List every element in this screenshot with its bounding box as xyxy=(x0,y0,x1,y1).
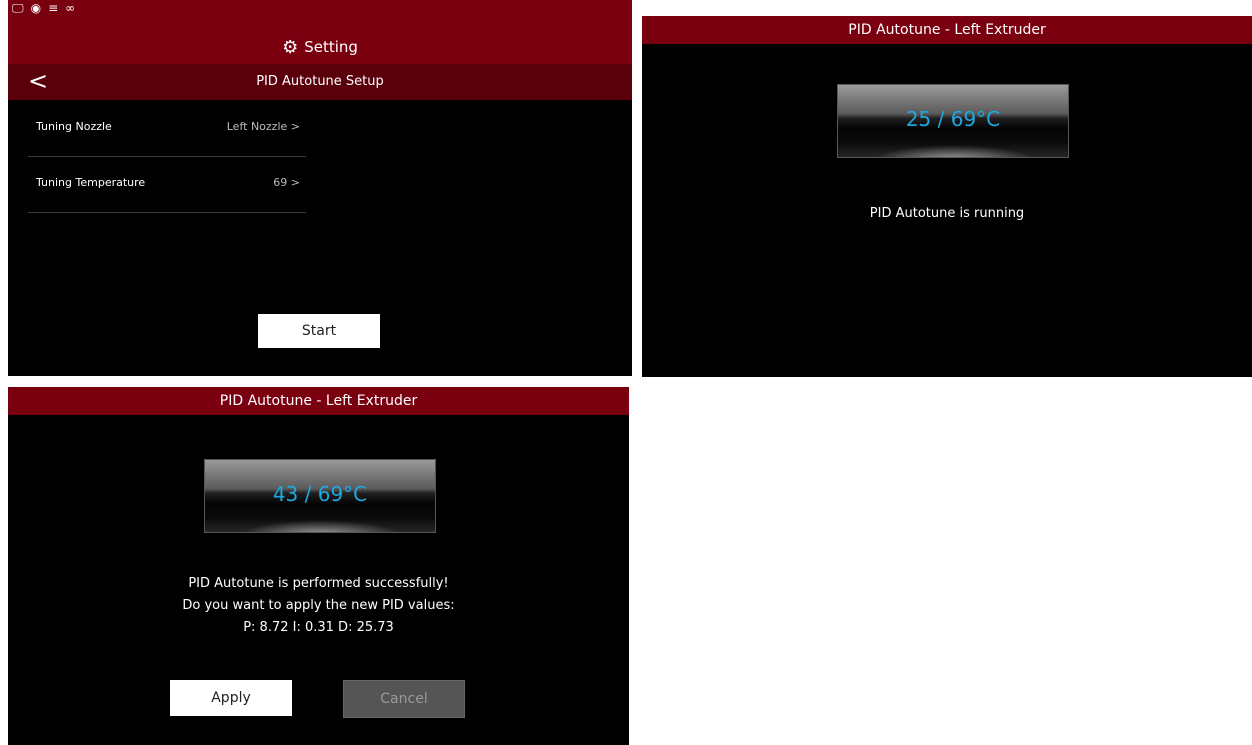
setting-title-label: Setting xyxy=(304,38,358,56)
status-icons: 🖵 ◉ ≡ ∞ xyxy=(12,1,75,16)
link-icon: ∞ xyxy=(65,1,76,15)
apply-button[interactable]: Apply xyxy=(170,680,292,716)
success-line-1: PID Autotune is performed successfully! xyxy=(188,576,449,591)
subheader: < PID Autotune Setup xyxy=(8,64,632,100)
cancel-button[interactable]: Cancel xyxy=(343,680,465,718)
monitor-icon: 🖵 xyxy=(12,1,24,15)
tuning-temperature-row[interactable]: Tuning Temperature 69 > xyxy=(28,156,306,213)
success-line-2: Do you want to apply the new PID values: xyxy=(182,598,455,613)
temperature-readout: 43 / 69°C xyxy=(272,482,368,506)
tuning-temperature-label: Tuning Temperature xyxy=(36,176,146,189)
success-title: PID Autotune - Left Extruder xyxy=(8,387,629,415)
pid-values: P: 8.72 I: 0.31 D: 25.73 xyxy=(243,620,394,635)
start-button[interactable]: Start xyxy=(258,314,380,348)
temperature-display: 43 / 69°C xyxy=(204,459,436,533)
success-message: PID Autotune is performed successfully! … xyxy=(8,573,629,639)
temperature-readout: 25 / 69°C xyxy=(905,107,1001,131)
running-message: PID Autotune is running xyxy=(869,206,1025,221)
subheader-title: PID Autotune Setup xyxy=(256,74,384,89)
running-title: PID Autotune - Left Extruder xyxy=(642,16,1252,44)
webcam-icon: ◉ xyxy=(30,1,42,15)
pid-running-screen: PID Autotune - Left Extruder 25 / 69°C P… xyxy=(642,16,1252,377)
pid-setup-screen: 🖵 ◉ ≡ ∞ ⚙ Setting < PID Autotune Setup Tu… xyxy=(8,0,632,376)
tuning-temperature-value: 69 > xyxy=(273,176,300,189)
temperature-display: 25 / 69°C xyxy=(837,84,1069,158)
network-icon: ≡ xyxy=(48,1,59,15)
pid-success-screen: PID Autotune - Left Extruder 43 / 69°C P… xyxy=(8,387,629,745)
gear-icon: ⚙ xyxy=(282,37,299,58)
tuning-nozzle-label: Tuning Nozzle xyxy=(36,120,112,133)
tuning-nozzle-value: Left Nozzle > xyxy=(226,120,300,133)
tuning-nozzle-row[interactable]: Tuning Nozzle Left Nozzle > xyxy=(28,100,306,157)
status-header: 🖵 ◉ ≡ ∞ ⚙ Setting xyxy=(8,0,632,64)
page-title: ⚙ Setting xyxy=(8,36,632,58)
